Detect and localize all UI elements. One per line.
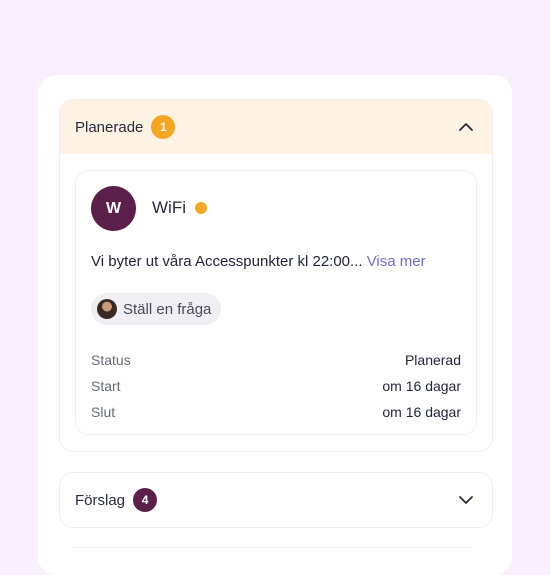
section-suggestions-count-badge: 4 (133, 488, 158, 512)
section-planned-count-badge: 1 (151, 115, 176, 139)
service-avatar: W (91, 186, 136, 231)
section-suggestions-header[interactable]: Förslag 4 (60, 473, 492, 527)
section-planned-header[interactable]: Planerade 1 (60, 100, 492, 154)
bottom-divider (72, 547, 472, 548)
detail-key: Status (91, 352, 131, 368)
detail-value: om 16 dagar (382, 404, 461, 420)
card-title: WiFi (152, 198, 186, 217)
chevron-up-icon[interactable] (456, 117, 476, 137)
detail-value: om 16 dagar (382, 378, 461, 394)
detail-value: Planerad (404, 352, 461, 368)
card-title-row: WiFi (152, 198, 207, 218)
user-avatar (97, 299, 117, 319)
section-suggestions: Förslag 4 (59, 472, 493, 528)
ask-question-button[interactable]: Ställ en fråga (91, 293, 222, 325)
chevron-down-icon[interactable] (456, 490, 476, 510)
detail-row-status: Status Planerad (91, 347, 461, 373)
detail-key: Start (91, 378, 121, 394)
detail-key: Slut (91, 404, 116, 420)
card-description: Vi byter ut våra Accesspunkter kl 22:00.… (91, 253, 426, 270)
details-list: Status Planerad Start om 16 dagar Slut o… (91, 347, 461, 425)
status-panel: Planerade 1 W WiFi Vi byter ut våra Acce… (38, 75, 512, 575)
section-planned-title: Planerade (75, 118, 144, 136)
detail-row-end: Slut om 16 dagar (91, 399, 461, 425)
detail-row-start: Start om 16 dagar (91, 373, 461, 399)
description-text: Vi byter ut våra Accesspunkter kl 22:00.… (91, 253, 363, 270)
section-planned: Planerade 1 W WiFi Vi byter ut våra Acce… (59, 99, 493, 452)
read-more-link[interactable]: Visa mer (367, 253, 426, 270)
incident-card: W WiFi Vi byter ut våra Accesspunkter kl… (75, 170, 477, 435)
section-suggestions-title: Förslag (75, 491, 126, 509)
status-dot (194, 202, 207, 214)
ask-question-label: Ställ en fråga (123, 300, 212, 318)
